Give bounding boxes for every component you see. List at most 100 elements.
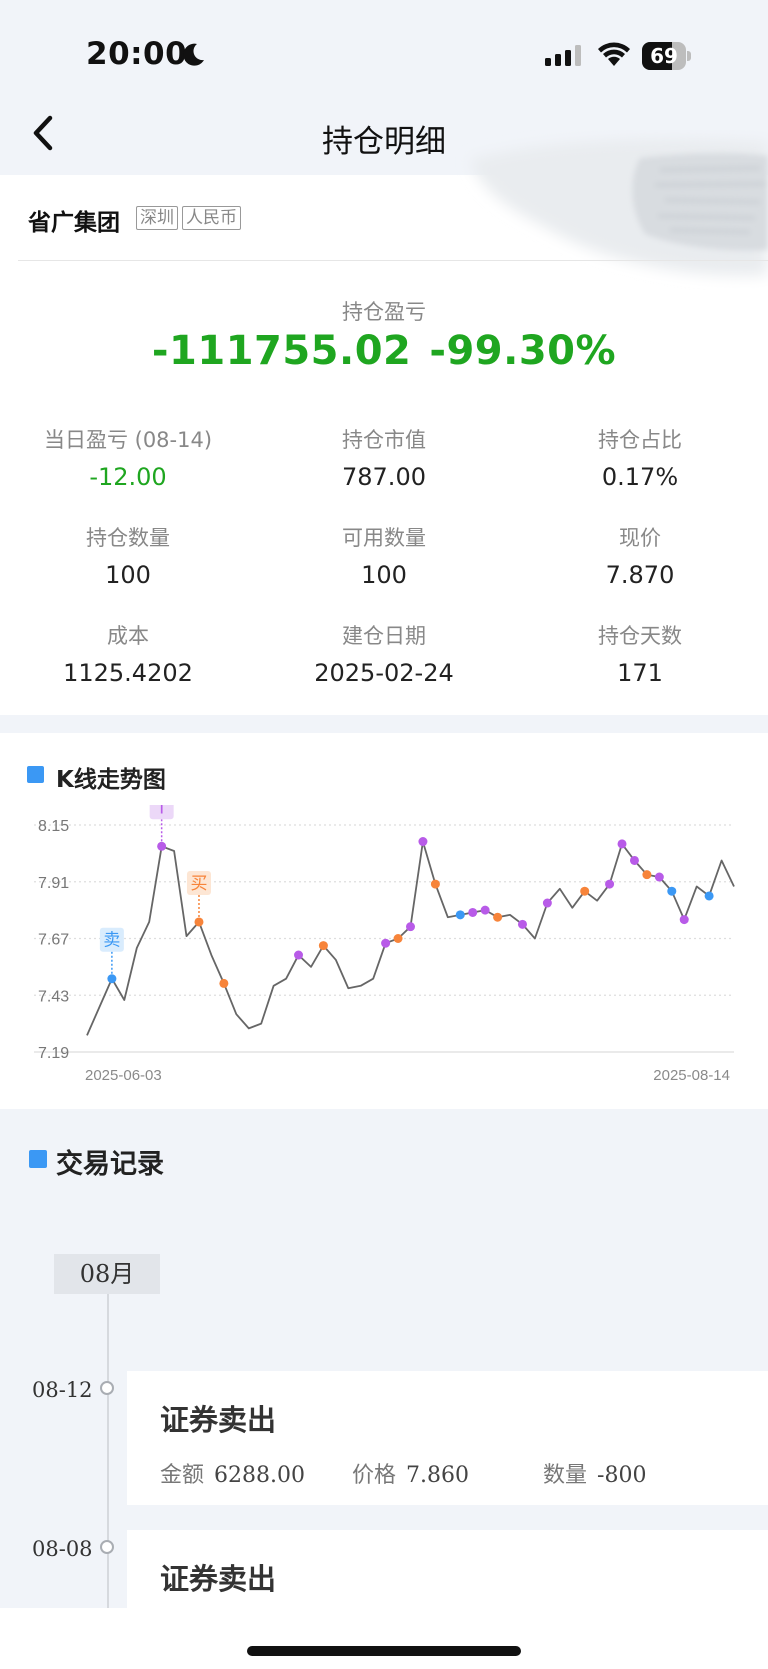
battery-level-text: 69: [650, 44, 678, 68]
trade-marker-buy: [393, 934, 403, 943]
moon-icon: [183, 43, 204, 66]
position-pnl-percent: -99.30%: [429, 328, 617, 374]
trade-marker-t: [294, 950, 304, 960]
trade-record-card[interactable]: 证券卖出 金额 6288.00 价格 7.860 数量 -800: [127, 1371, 768, 1505]
trade-marker-t: [406, 922, 415, 932]
y-tick-label: 7.67: [38, 932, 69, 949]
trade-marker-t: [542, 898, 552, 908]
trade-records-title: 交易记录: [56, 1149, 164, 1180]
x-end-label: 2025-08-14: [653, 1067, 730, 1084]
stat-holding-days: 持仓天数 171: [512, 620, 768, 687]
stat-label: 持仓占比: [598, 428, 682, 452]
trade-marker-label: 买: [190, 874, 207, 894]
trade-marker-t: [157, 841, 167, 851]
trade-marker-t: [605, 879, 615, 889]
stock-name: 省广集团: [28, 210, 120, 236]
trade-marker-buy: [493, 912, 503, 922]
stat-available-quantity: 可用数量 100: [256, 522, 512, 589]
amount-label: 金额: [160, 1463, 205, 1488]
stat-position-ratio: 持仓占比 0.17%: [512, 424, 768, 491]
stat-value: 100: [361, 561, 407, 589]
quantity-value: -800: [597, 1463, 647, 1488]
stat-market-value: 持仓市值 787.00: [256, 424, 512, 491]
stat-label: 持仓数量: [86, 526, 170, 550]
stat-label: 成本: [107, 624, 149, 648]
quantity-label: 数量: [543, 1463, 588, 1488]
trade-marker-buy: [580, 886, 590, 896]
battery-icon: 69: [642, 42, 691, 70]
currency-tag: 人民币: [182, 206, 241, 230]
stat-value: 100: [105, 561, 151, 589]
stat-label: 建仓日期: [342, 624, 426, 648]
stat-current-price: 现价 7.870: [512, 522, 768, 589]
y-tick-label: 7.91: [38, 875, 69, 892]
trade-marker-sell: [704, 891, 714, 901]
exchange-tag: 深圳: [136, 206, 178, 230]
position-pnl-amount: -111755.02: [151, 328, 412, 374]
stat-value: -12.00: [89, 463, 167, 491]
timeline-dot: [100, 1540, 114, 1554]
position-pnl-label: 持仓盈亏: [342, 300, 426, 324]
trade-marker-sell: [107, 974, 117, 984]
trade-marker-buy: [430, 879, 440, 889]
stat-quantity: 持仓数量 100: [0, 522, 256, 589]
trade-marker-t: [629, 855, 639, 865]
trade-marker-label: T: [155, 805, 167, 818]
stat-value: 1125.4202: [63, 659, 193, 687]
trade-marker-t: [654, 872, 664, 882]
trade-marker-t: [480, 905, 490, 915]
record-type: 证券卖出: [160, 1562, 277, 1596]
status-time: 20:00: [86, 36, 188, 72]
x-start-label: 2025-06-03: [85, 1067, 162, 1084]
trade-marker-buy: [194, 917, 204, 927]
home-bar-area: [0, 1608, 768, 1669]
record-type: 证券卖出: [160, 1403, 277, 1437]
trade-marker-sell: [455, 910, 465, 920]
stat-value: 0.17%: [601, 463, 679, 491]
price-value: 7.860: [406, 1463, 469, 1488]
trade-marker-t: [468, 907, 478, 917]
stat-label: 当日盈亏 (08-14): [43, 428, 213, 452]
stat-value: 787.00: [342, 463, 426, 491]
status-bar: 20:00 69: [0, 0, 768, 110]
y-tick-label: 8.15: [38, 818, 69, 835]
trade-marker-buy: [318, 941, 328, 951]
chart-title: K线走势图: [56, 767, 166, 793]
trade-marker-buy: [642, 870, 652, 880]
trade-marker-t: [679, 915, 689, 925]
stat-open-date: 建仓日期 2025-02-24: [256, 620, 512, 687]
trade-marker-sell: [667, 886, 677, 896]
record-date: 08-08: [32, 1537, 93, 1561]
stat-label: 可用数量: [342, 526, 426, 550]
divider: [18, 260, 768, 261]
trade-marker-t: [517, 919, 527, 929]
price-label: 价格: [352, 1463, 397, 1488]
y-tick-label: 7.19: [38, 1045, 69, 1062]
stat-label: 持仓市值: [342, 428, 426, 452]
cellular-signal-icon: [545, 45, 581, 66]
wifi-icon: [598, 42, 630, 66]
stat-value: 7.870: [605, 561, 675, 589]
trade-marker-t: [418, 837, 428, 847]
timeline-dot: [100, 1381, 114, 1395]
position-pnl-values: -111755.02 -99.30%: [0, 328, 768, 374]
timeline-line: [107, 1293, 109, 1613]
section-marker-icon: [29, 1150, 47, 1168]
trade-marker-t: [617, 839, 627, 849]
trade-marker-t: [381, 938, 391, 948]
amount-value: 6288.00: [214, 1463, 305, 1488]
stat-label: 现价: [619, 526, 661, 550]
stat-daily-pnl: 当日盈亏 (08-14) -12.00: [0, 424, 256, 491]
home-indicator[interactable]: [247, 1646, 521, 1656]
stat-label: 持仓天数: [598, 624, 682, 648]
month-chip: 08月: [54, 1254, 160, 1294]
kline-chart[interactable]: 8.15 7.91 7.67 7.43 7.19 2025-06-03 2025-08-14…: [0, 805, 768, 1095]
ink-wash-decoration: [470, 139, 768, 276]
stat-value: 2025-02-24: [314, 659, 454, 687]
y-tick-label: 7.43: [38, 988, 69, 1005]
stat-cost: 成本 1125.4202: [0, 620, 256, 687]
trade-marker-buy: [219, 978, 229, 988]
stat-value: 171: [617, 659, 663, 687]
trade-marker-label: 卖: [103, 931, 120, 951]
section-marker-icon: [27, 766, 44, 783]
